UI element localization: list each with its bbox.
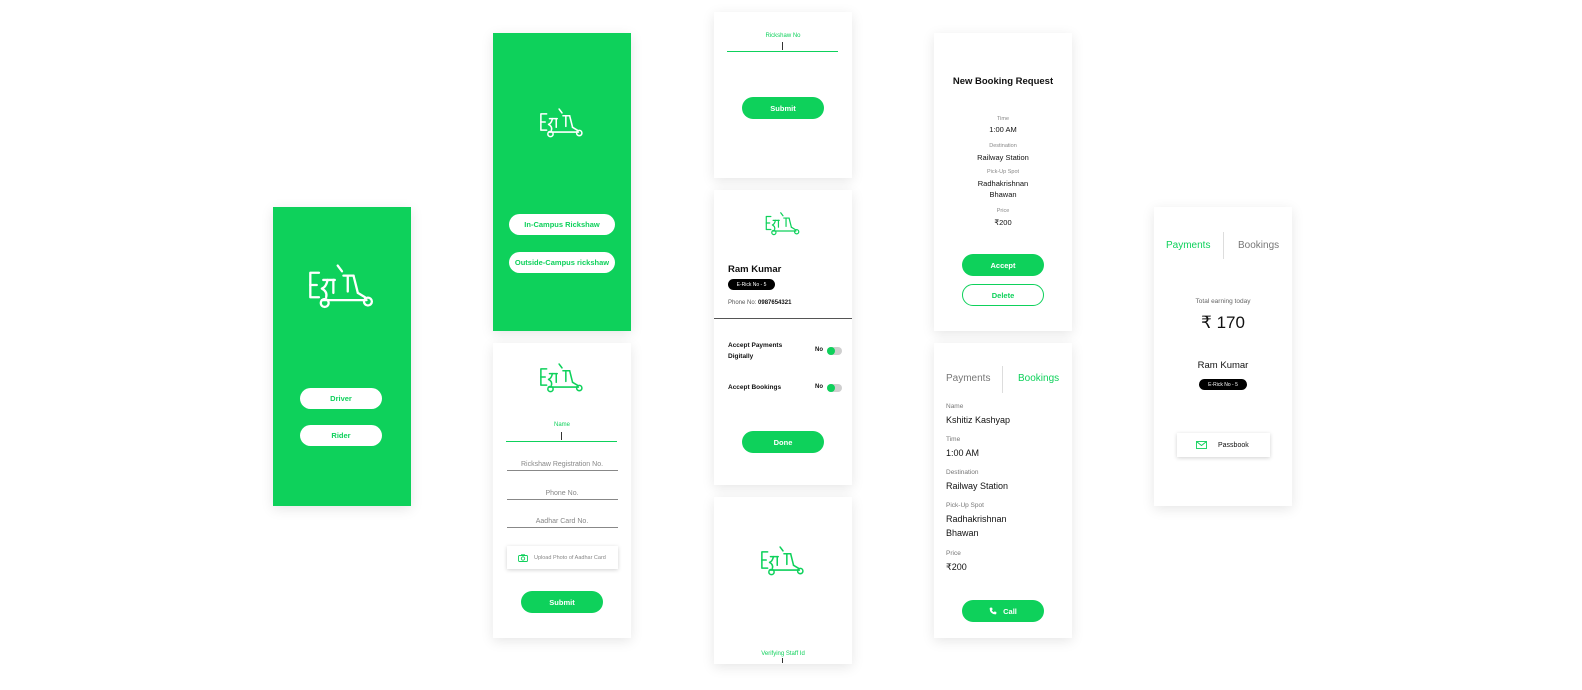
erickshaw-logo-icon [306, 257, 378, 313]
booking-request-title: New Booking Request [952, 76, 1054, 87]
phone-icon [989, 607, 997, 615]
accept-button[interactable]: Accept [962, 254, 1044, 276]
erickshaw-logo-icon [538, 358, 586, 396]
erick-no-badge: E-Rick No - 5 [728, 279, 775, 290]
done-button[interactable]: Done [742, 431, 824, 453]
erickshaw-logo-icon [759, 541, 807, 579]
rickshaw-no-screen: Rickshaw No Submit [714, 12, 852, 178]
aadhar-no-underline [507, 527, 618, 528]
booking-request-screen: New Booking Request Time 1:00 AM Destina… [934, 33, 1072, 331]
in-campus-rickshaw-button[interactable]: In-Campus Rickshaw [509, 214, 615, 235]
verifying-status: Verifying Staff Id [761, 651, 805, 657]
bookings-screen: Payments Bookings Name Kshitiz Kashyap T… [934, 343, 1072, 638]
earning-label: Total earning today [1195, 298, 1251, 305]
outside-campus-rickshaw-button[interactable]: Outside-Campus rickshaw [509, 252, 615, 273]
name-field-label: Name [553, 422, 570, 428]
accept-bookings-label: Accept Bookings [728, 384, 782, 391]
time-value: 1:00 AM [989, 125, 1017, 134]
call-button[interactable]: Call [962, 600, 1044, 622]
tab-divider [1223, 232, 1224, 259]
phone-value: 0987654321 [758, 300, 792, 306]
erickshaw-logo-icon [538, 103, 586, 141]
tab-payments[interactable]: Payments [946, 373, 990, 384]
pickup-label: Pick-Up Spot [986, 169, 1020, 175]
driver-name: Ram Kumar [1197, 360, 1249, 371]
destination-value: Railway Station [946, 481, 1009, 491]
registration-no-underline [507, 470, 618, 471]
pickup-value: Radhakrishnan Bhawan [977, 179, 1029, 199]
accept-payments-toggle[interactable] [827, 347, 842, 355]
phone-no-input[interactable]: Phone No. [493, 490, 631, 497]
accept-bookings-value: No [815, 384, 823, 390]
upload-aadhar-label: Upload Photo of Aadhar Card [534, 554, 606, 561]
accept-payments-label: Accept Payments Digitally [728, 342, 783, 360]
registration-no-input[interactable]: Rickshaw Registration No. [493, 461, 631, 468]
rickshaw-type-screen: In-Campus Rickshaw Outside-Campus ricksh… [493, 33, 631, 331]
rickshaw-no-input[interactable] [727, 51, 838, 52]
pickup-label: Pick-Up Spot [946, 502, 984, 509]
aadhar-no-input[interactable]: Aadhar Card No. [493, 518, 631, 525]
driver-profile-screen: Ram Kumar E-Rick No - 5 Phone No: 098765… [714, 190, 852, 485]
name-label: Name [946, 403, 964, 410]
submit-button[interactable]: Submit [521, 591, 603, 613]
envelope-icon [1196, 441, 1207, 449]
phone-no-underline [507, 499, 618, 500]
phone-label: Phone No: [728, 300, 757, 306]
driver-button[interactable]: Driver [300, 388, 382, 409]
time-label: Time [996, 116, 1010, 122]
time-value: 1:00 AM [946, 448, 980, 458]
name-input[interactable] [506, 441, 617, 442]
tab-divider [1002, 366, 1003, 393]
price-value: ₹200 [946, 562, 967, 572]
verifying-caret [782, 658, 783, 663]
price-label: Price [946, 550, 961, 557]
tab-bookings[interactable]: Bookings [1018, 373, 1059, 384]
rider-button[interactable]: Rider [300, 425, 382, 446]
price-label: Price [996, 208, 1010, 214]
rickshaw-no-label: Rickshaw No [765, 33, 801, 39]
tab-bookings[interactable]: Bookings [1238, 240, 1279, 251]
rickshaw-no-caret [782, 42, 783, 50]
driver-rider-screen: Driver Rider [273, 207, 411, 506]
erickshaw-logo-icon [764, 208, 802, 238]
price-value: ₹200 [994, 218, 1012, 227]
call-label: Call [1003, 606, 1017, 616]
tab-payments[interactable]: Payments [1166, 240, 1210, 251]
passbook-label: Passbook [1218, 441, 1249, 449]
payments-screen: Payments Bookings Total earning today ₹ … [1154, 207, 1292, 506]
earning-value: ₹ 170 [1201, 313, 1245, 332]
divider [714, 318, 852, 319]
delete-button[interactable]: Delete [962, 284, 1044, 306]
name-value: Kshitiz Kashyap [946, 415, 1011, 425]
name-field-caret [561, 432, 562, 440]
passbook-button[interactable]: Passbook [1177, 433, 1270, 457]
camera-icon [518, 553, 528, 562]
destination-value: Railway Station [977, 153, 1029, 162]
registration-screen: Name Rickshaw Registration No. Phone No.… [493, 343, 631, 638]
accept-payments-value: No [815, 347, 823, 353]
upload-aadhar-button[interactable]: Upload Photo of Aadhar Card [507, 546, 618, 569]
pickup-value: Radhakrishnan Bhawan [946, 514, 1007, 538]
destination-label: Destination [989, 143, 1017, 149]
driver-name: Ram Kumar [728, 264, 782, 275]
time-label: Time [946, 436, 961, 443]
erick-no-badge: E-Rick No - 5 [1199, 379, 1247, 390]
submit-button[interactable]: Submit [742, 97, 824, 119]
verifying-screen: Verifying Staff Id [714, 497, 852, 664]
phone-row: Phone No: 0987654321 [728, 300, 791, 306]
accept-bookings-toggle[interactable] [827, 384, 842, 392]
destination-label: Destination [946, 469, 979, 476]
